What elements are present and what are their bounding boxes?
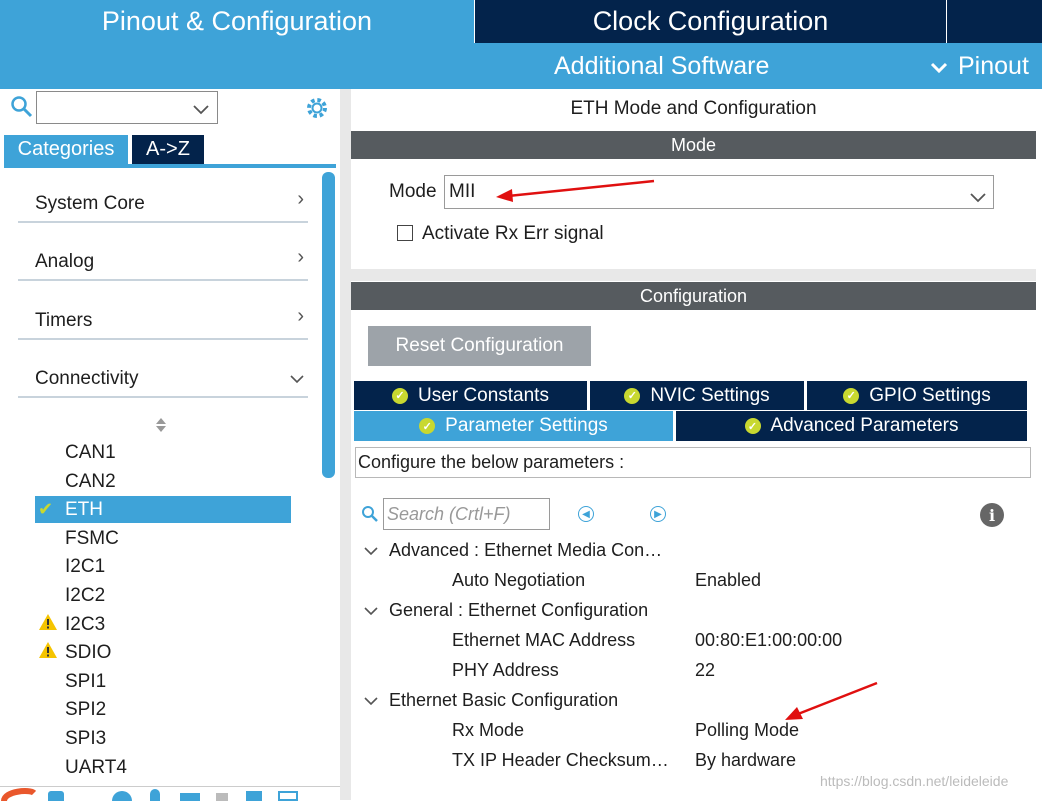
annotation-arrows [496, 179, 878, 720]
watermark: https://blog.csdn.net/leideleide [820, 773, 1009, 789]
